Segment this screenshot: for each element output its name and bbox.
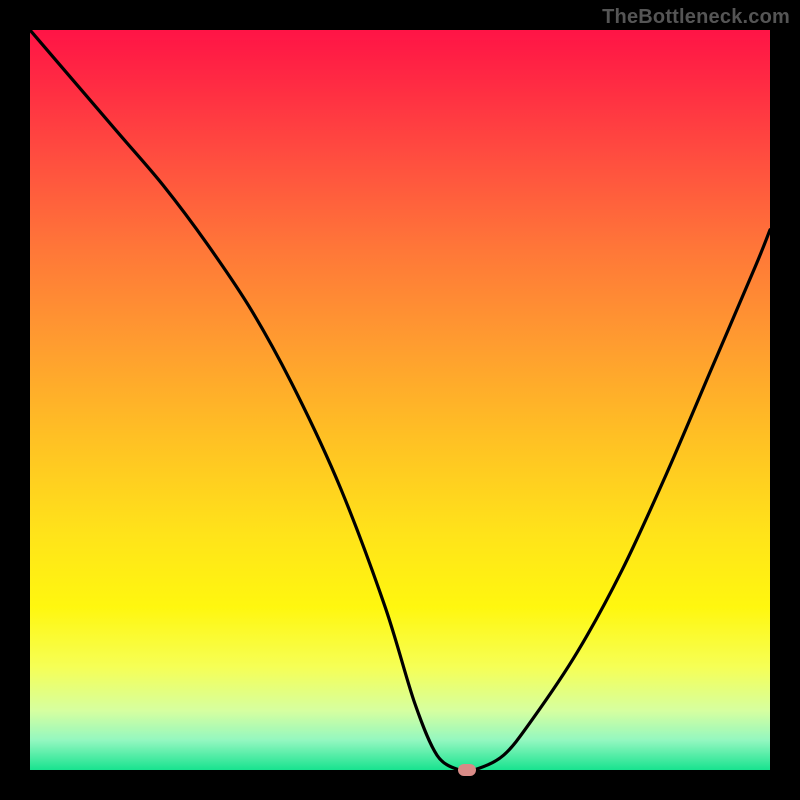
- watermark-text: TheBottleneck.com: [602, 6, 790, 29]
- optimal-point-marker: [458, 764, 476, 776]
- chart-frame: TheBottleneck.com: [0, 0, 800, 800]
- bottleneck-chart: [30, 30, 770, 770]
- plot-area: [30, 30, 770, 770]
